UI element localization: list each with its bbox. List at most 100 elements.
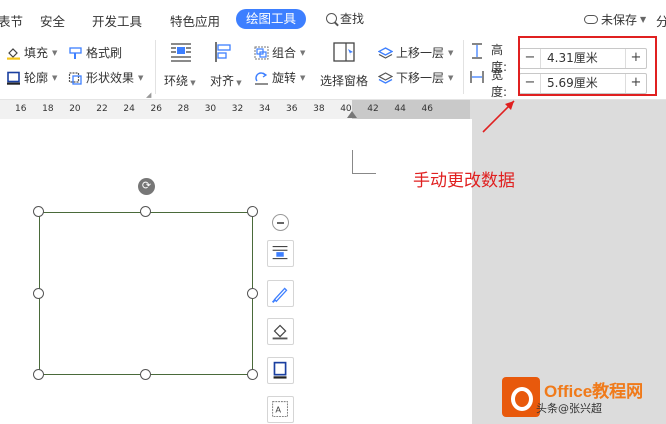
align-label: 对齐 (210, 74, 235, 88)
watermark: Office教程网 头条@张兴超 (502, 369, 666, 424)
format-painter-label: 格式刷 (86, 46, 123, 60)
bring-forward-label: 上移一层 (396, 46, 445, 60)
rotate-button[interactable]: 旋转 ▼ (254, 69, 305, 86)
chevron-down-icon: ▼ (188, 79, 196, 87)
ruler-tick-label: 44 (394, 104, 406, 114)
indent-marker[interactable] (347, 111, 357, 118)
align-icon[interactable] (214, 42, 236, 62)
wrap-label: 环绕 (164, 74, 189, 88)
annotation-arrow-icon (482, 100, 515, 133)
ruler-tick-label: 28 (177, 104, 190, 114)
annotation-text: 手动更改数据 (413, 171, 515, 191)
selected-rectangle-shape[interactable] (39, 212, 253, 375)
tab-section[interactable]: 表节 (0, 11, 23, 30)
outline-label: 轮廓 (24, 71, 49, 85)
chevron-down-icon: ▼ (448, 73, 454, 82)
text-box-icon: A (272, 401, 288, 417)
format-brush-icon (69, 46, 82, 59)
selection-pane-button[interactable]: 选择窗格 (320, 72, 368, 89)
shape-effects-icon (68, 71, 82, 85)
chevron-down-icon: ▼ (448, 48, 454, 57)
highlight-box (518, 36, 657, 96)
chevron-down-icon: ▼ (138, 73, 144, 82)
tab-security[interactable]: 安全 (40, 11, 65, 30)
text-wrap-icon[interactable] (170, 42, 192, 62)
ruler-tick-label: 34 (258, 104, 271, 114)
tab-special-apps[interactable]: 特色应用 (170, 11, 220, 30)
group-icon (254, 46, 269, 59)
shape-style-button[interactable] (267, 280, 294, 307)
chevron-down-icon: ▼ (234, 79, 242, 87)
height-icon (472, 43, 482, 59)
align-button[interactable]: 对齐 ▼ (210, 72, 242, 89)
outline-icon (7, 71, 20, 85)
svg-text:A: A (275, 405, 281, 415)
ruler-tick-label: 32 (231, 104, 244, 114)
resize-handle-right[interactable] (247, 288, 258, 299)
group-button[interactable]: 组合 ▼ (254, 44, 305, 61)
ruler-tick-label: 36 (286, 104, 298, 114)
tab-developer-tools[interactable]: 开发工具 (92, 11, 142, 30)
ruler-tick-label: 38 (313, 104, 325, 114)
shape-effects-button[interactable]: 形状效果 ▼ (68, 69, 143, 86)
send-backward-icon (378, 71, 393, 84)
resize-handle-bottom-left[interactable] (33, 369, 44, 380)
tab-share[interactable]: 分 (656, 11, 666, 30)
ruler-tick-label: 18 (42, 104, 54, 114)
resize-handle-left[interactable] (33, 288, 44, 299)
send-backward-label: 下移一层 (396, 71, 445, 85)
resize-handle-top[interactable] (140, 206, 151, 217)
rotate-handle-icon[interactable]: ⟳ (138, 178, 155, 195)
divider (463, 40, 464, 94)
bring-forward-button[interactable]: 上移一层 ▼ (378, 44, 453, 61)
selection-pane-label: 选择窗格 (320, 74, 369, 88)
ruler-tick-label: 16 (15, 104, 27, 114)
search-icon (326, 13, 337, 24)
search-label: 查找 (340, 12, 365, 26)
ruler-tick-label: 20 (69, 104, 81, 114)
shape-outline-button[interactable] (267, 357, 294, 384)
text-wrap-icon (272, 246, 288, 260)
ruler-tick-label: 42 (367, 104, 379, 114)
watermark-title: Office教程网 (544, 382, 644, 401)
fill-label: 填充 (24, 46, 49, 60)
width-icon (470, 71, 484, 83)
cloud-icon (584, 15, 598, 24)
tab-bar: 表节 安全 开发工具 特色应用 绘图工具 查找 未保存 ▼ 分 (0, 0, 666, 36)
chevron-down-icon: ▼ (52, 48, 58, 57)
outline-button[interactable]: 轮廓 ▼ (6, 69, 57, 86)
chevron-down-icon: ▼ (300, 48, 306, 57)
selection-pane-icon[interactable] (333, 42, 355, 62)
shape-effects-label: 形状效果 (86, 71, 135, 85)
resize-handle-top-left[interactable] (33, 206, 44, 217)
rotate-icon (255, 71, 268, 85)
chevron-down-icon: ▼ (640, 15, 647, 24)
layout-options-button[interactable] (267, 240, 294, 267)
office-logo-icon (502, 377, 540, 417)
paint-bucket-icon (7, 47, 20, 60)
text-box-button[interactable]: A (267, 396, 294, 423)
brush-icon (271, 287, 288, 303)
outline-icon (273, 361, 287, 379)
shape-fill-button[interactable] (267, 318, 294, 345)
resize-handle-bottom[interactable] (140, 369, 151, 380)
format-painter-button[interactable]: 格式刷 (68, 44, 122, 61)
bring-forward-icon (378, 46, 393, 59)
send-backward-button[interactable]: 下移一层 ▼ (378, 69, 453, 86)
fill-button[interactable]: 填充 ▼ (6, 44, 57, 61)
watermark-subtitle: 头条@张兴超 (536, 402, 602, 415)
wrap-button[interactable]: 环绕 ▼ (164, 72, 196, 89)
tab-drawing-tools[interactable]: 绘图工具 (236, 9, 307, 29)
rotate-label: 旋转 (272, 71, 297, 85)
cloud-status-label: 未保存 (601, 13, 638, 27)
resize-handle-top-right[interactable] (247, 206, 258, 217)
divider (155, 40, 156, 94)
search-tab[interactable]: 查找 (326, 10, 364, 27)
chevron-down-icon: ▼ (300, 73, 306, 82)
collapse-toolbar-button[interactable] (272, 214, 289, 231)
ruler-tick-label: 46 (421, 104, 433, 114)
dialog-launcher-icon[interactable]: ◢ (146, 91, 151, 99)
cloud-save-status[interactable]: 未保存 ▼ (584, 11, 646, 28)
resize-handle-bottom-right[interactable] (247, 369, 258, 380)
ruler-tick-label: 26 (150, 104, 162, 114)
